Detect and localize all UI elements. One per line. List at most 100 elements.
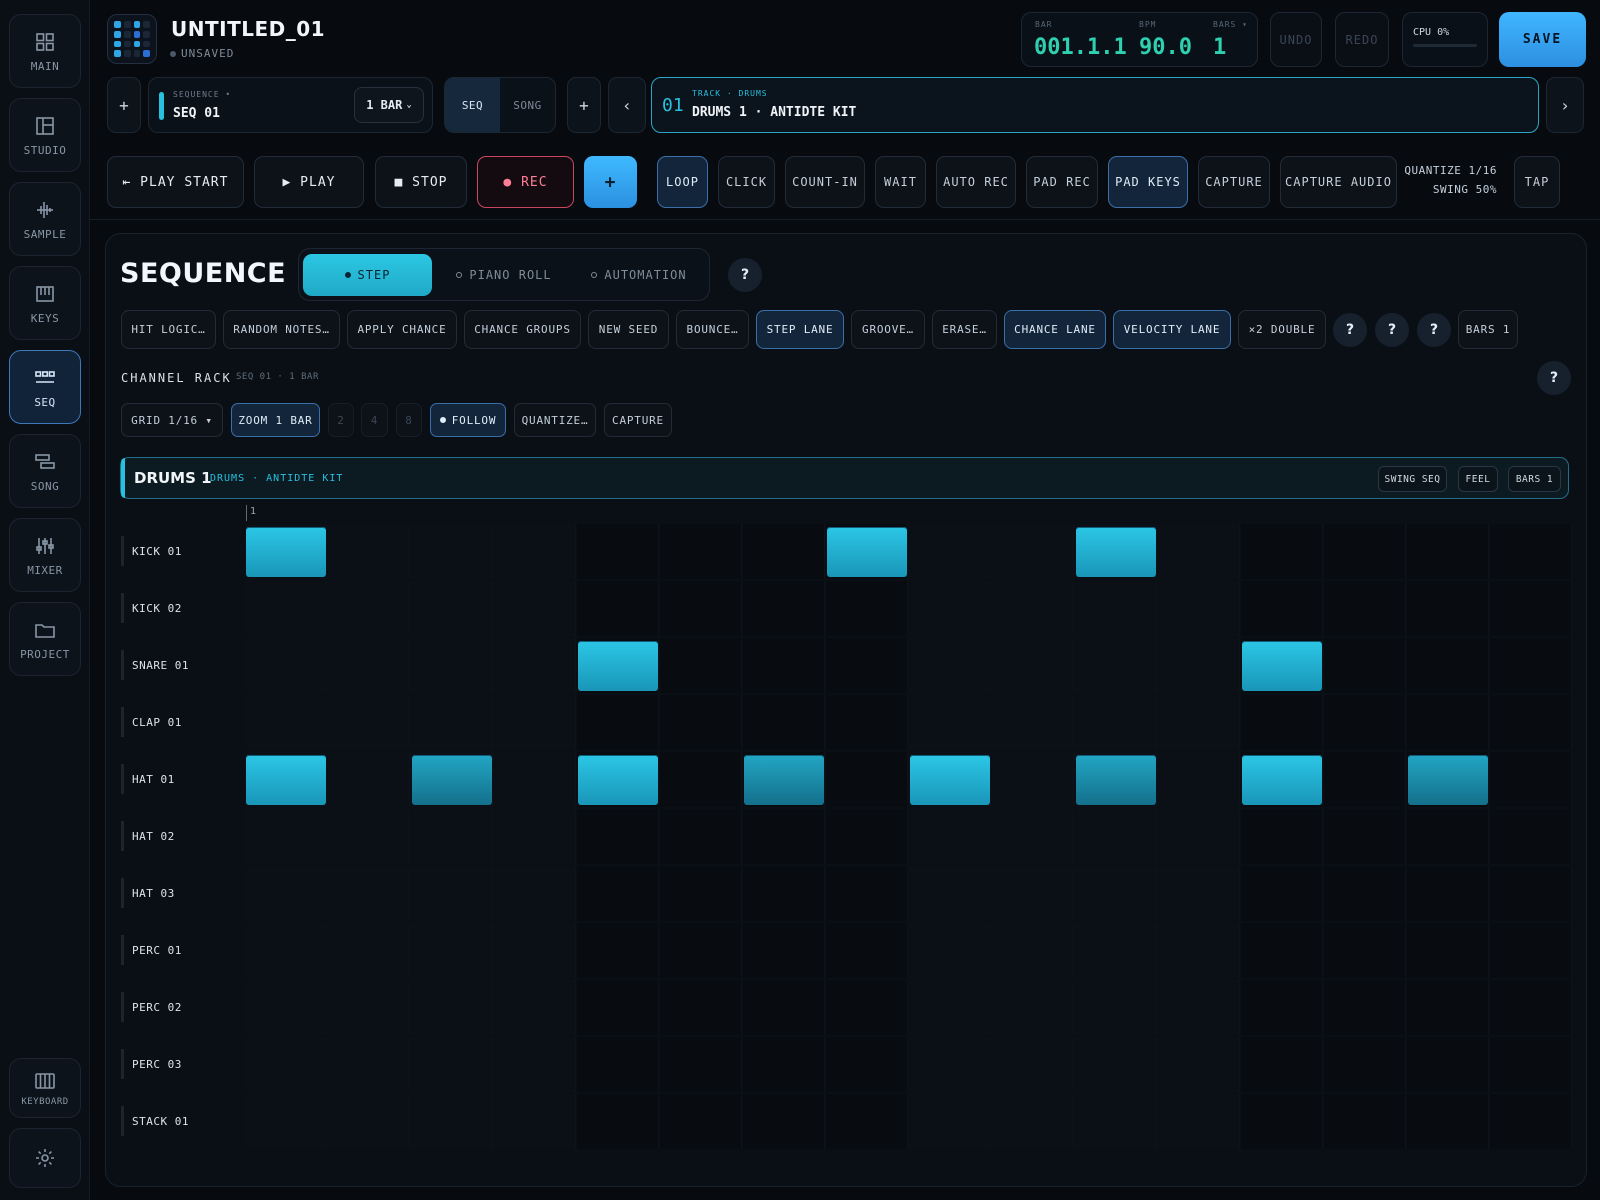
step-cell[interactable] — [494, 809, 576, 864]
channel-label[interactable]: PERC 03 — [121, 1049, 182, 1079]
step-cell[interactable] — [1158, 695, 1240, 750]
step-cell[interactable] — [1407, 1094, 1489, 1149]
bars-value[interactable]: 1 — [1213, 35, 1226, 60]
step-cell[interactable] — [992, 638, 1074, 693]
step-cell[interactable] — [660, 809, 742, 864]
help-button[interactable]: ? — [1333, 313, 1367, 347]
step-cell[interactable] — [660, 524, 742, 579]
sequence-selector[interactable]: SEQUENCE • SEQ 01 1 BAR ⌄ — [148, 77, 433, 133]
help-button[interactable]: ? — [1537, 361, 1571, 395]
step-cell[interactable] — [909, 866, 991, 921]
step-cell[interactable] — [1407, 1037, 1489, 1092]
step-cell[interactable] — [826, 695, 908, 750]
step-cell[interactable] — [1407, 695, 1489, 750]
quantize-info[interactable]: QUANTIZE 1/16 SWING 50% — [1397, 161, 1497, 199]
tap-tempo-button[interactable]: TAP — [1514, 156, 1560, 208]
hit-logic-button[interactable]: HIT LOGIC… — [121, 310, 216, 349]
step-cell[interactable] — [992, 695, 1074, 750]
tab-step[interactable]: STEP — [303, 254, 432, 296]
active-step[interactable] — [578, 755, 658, 805]
step-cell[interactable] — [577, 809, 659, 864]
step-cell[interactable] — [660, 1094, 742, 1149]
sidebar-item-project[interactable]: PROJECT — [9, 602, 81, 676]
follow-toggle[interactable]: FOLLOW — [430, 403, 506, 437]
step-cell[interactable] — [1241, 923, 1323, 978]
chance-lane-toggle[interactable]: CHANCE LANE — [1004, 310, 1106, 349]
zoom-1-bar-button[interactable]: ZOOM 1 BAR — [231, 403, 320, 437]
step-cell[interactable] — [328, 638, 410, 693]
step-cell[interactable] — [743, 581, 825, 636]
play-start-button[interactable]: ⇤ PLAY START — [107, 156, 244, 208]
active-step[interactable] — [1242, 641, 1322, 691]
step-cell[interactable] — [494, 1037, 576, 1092]
step-cell[interactable] — [577, 1037, 659, 1092]
step-cell[interactable] — [494, 866, 576, 921]
channel-label[interactable]: KICK 02 — [121, 593, 182, 623]
step-cell[interactable] — [1407, 980, 1489, 1035]
step-cell[interactable] — [826, 638, 908, 693]
sidebar-item-seq[interactable]: SEQ — [9, 350, 81, 424]
step-cell[interactable] — [494, 752, 576, 807]
step-cell[interactable] — [494, 524, 576, 579]
mode-toggle[interactable]: SEQ SONG — [444, 77, 556, 133]
step-cell[interactable] — [1075, 581, 1157, 636]
new-seed-button[interactable]: NEW SEED — [588, 310, 669, 349]
help-button[interactable]: ? — [1375, 313, 1409, 347]
channel-label[interactable]: HAT 02 — [121, 821, 175, 851]
step-cell[interactable] — [1407, 581, 1489, 636]
step-cell[interactable] — [1158, 581, 1240, 636]
step-cell[interactable] — [577, 695, 659, 750]
step-cell[interactable] — [411, 638, 493, 693]
capture-button[interactable]: CAPTURE — [604, 403, 672, 437]
step-cell[interactable] — [1490, 524, 1572, 579]
step-cell[interactable] — [1324, 923, 1406, 978]
step-cell[interactable] — [1324, 809, 1406, 864]
step-cell[interactable] — [494, 638, 576, 693]
step-cell[interactable] — [1407, 923, 1489, 978]
channel-label[interactable]: HAT 03 — [121, 878, 175, 908]
step-cell[interactable] — [245, 923, 327, 978]
step-cell[interactable] — [577, 1094, 659, 1149]
step-cell[interactable] — [992, 1037, 1074, 1092]
double-button[interactable]: ×2 DOUBLE — [1238, 310, 1326, 349]
step-cell[interactable] — [1158, 638, 1240, 693]
step-cell[interactable] — [577, 980, 659, 1035]
mode-seq-button[interactable]: SEQ — [445, 78, 500, 132]
sidebar-item-studio[interactable]: STUDIO — [9, 98, 81, 172]
active-step[interactable] — [1076, 755, 1156, 805]
step-cell[interactable] — [1241, 1037, 1323, 1092]
step-cell[interactable] — [494, 923, 576, 978]
step-cell[interactable] — [660, 581, 742, 636]
step-cell[interactable] — [992, 923, 1074, 978]
step-cell[interactable] — [1158, 809, 1240, 864]
bars-button[interactable]: BARS 1 — [1458, 310, 1518, 349]
step-cell[interactable] — [909, 581, 991, 636]
active-step[interactable] — [910, 755, 990, 805]
step-cell[interactable] — [1324, 1037, 1406, 1092]
active-step[interactable] — [246, 527, 326, 577]
next-track-button[interactable]: › — [1546, 77, 1584, 133]
settings-button[interactable] — [9, 1128, 81, 1188]
step-cell[interactable] — [826, 581, 908, 636]
bars-label[interactable]: BARS ▾ — [1213, 20, 1248, 29]
step-cell[interactable] — [1075, 866, 1157, 921]
step-cell[interactable] — [1241, 866, 1323, 921]
step-cell[interactable] — [1075, 1094, 1157, 1149]
sidebar-item-main[interactable]: MAIN — [9, 14, 81, 88]
step-cell[interactable] — [494, 980, 576, 1035]
mode-song-button[interactable]: SONG — [500, 78, 555, 132]
step-cell[interactable] — [1490, 980, 1572, 1035]
step-cell[interactable] — [245, 581, 327, 636]
step-cell[interactable] — [909, 1037, 991, 1092]
stop-button[interactable]: ■ STOP — [375, 156, 467, 208]
length-dropdown[interactable]: 1 BAR ⌄ — [354, 87, 424, 123]
step-cell[interactable] — [328, 1094, 410, 1149]
step-cell[interactable] — [1490, 1094, 1572, 1149]
pad-keys-toggle[interactable]: PAD KEYS — [1108, 156, 1188, 208]
step-cell[interactable] — [245, 638, 327, 693]
step-cell[interactable] — [1241, 980, 1323, 1035]
step-cell[interactable] — [743, 1037, 825, 1092]
step-cell[interactable] — [1075, 923, 1157, 978]
step-cell[interactable] — [1158, 1037, 1240, 1092]
track-header[interactable]: DRUMS 1 DRUMS · ANTIDTE KIT SWING SEQ FE… — [120, 457, 1569, 499]
